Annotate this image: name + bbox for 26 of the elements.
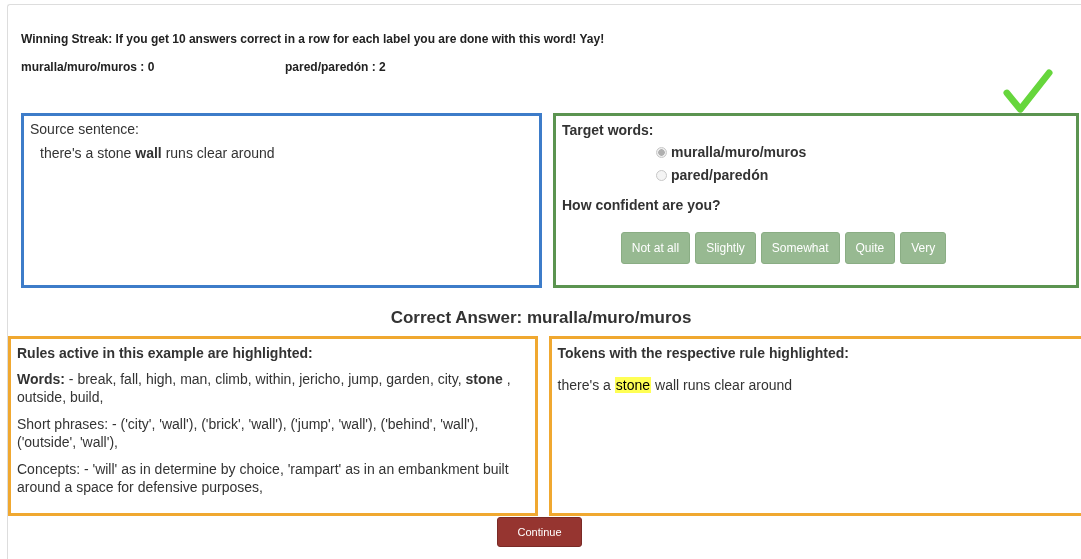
label-count: pared/paredón : 2 [285,60,387,74]
highlighted-token: stone [614,377,652,393]
token-text: wall runs clear around [655,377,793,393]
radio-button[interactable] [656,169,667,181]
rule-text: Words: - break, fall, high, man, climb, within, jericho, jump, garden, city, stone , outside, build, [17,371,512,406]
confidence-button[interactable]: Quite [844,232,896,264]
streak-note: Winning Streak: If you get 10 answers correct in a row for each label you are done with this word! Yay! [20,31,606,46]
tokens-title: Tokens with the respective rule highlighted: [557,345,850,361]
confidence-button[interactable]: Somewhat [760,232,840,264]
source-sentence: there's a stone wall runs clear around [39,144,276,161]
confidence-question: How confident are you? [562,197,722,213]
rule-text: Short phrases: - ('city', 'wall'), ('brick', 'wall'), ('jump', 'wall'), ('behind', 'wall'), ('outside', 'wall'), [17,416,480,451]
label-count: muralla/muro/muros : 0 [21,60,156,74]
option-label: pared/paredón [671,167,769,183]
radio-button[interactable] [656,146,667,158]
target-title: Target words: [562,122,655,138]
confidence-button[interactable]: Slightly [695,232,756,264]
confidence-button[interactable]: Very [900,232,947,264]
confidence-button[interactable]: Not at all [620,232,691,264]
option-label: muralla/muro/muros [671,144,807,160]
continue-button[interactable]: Continue [497,517,582,547]
correct-answer: Correct Answer: muralla/muro/muros [389,308,693,328]
rules-title: Rules active in this example are highlighted: [17,345,314,361]
rule-text: Concepts: - 'will' as in determine by choice, 'rampart' as in an embankment built around a space for defensive purposes, [17,461,510,496]
source-title: Source sentence: [30,121,140,137]
token-text: there's a [557,377,611,393]
